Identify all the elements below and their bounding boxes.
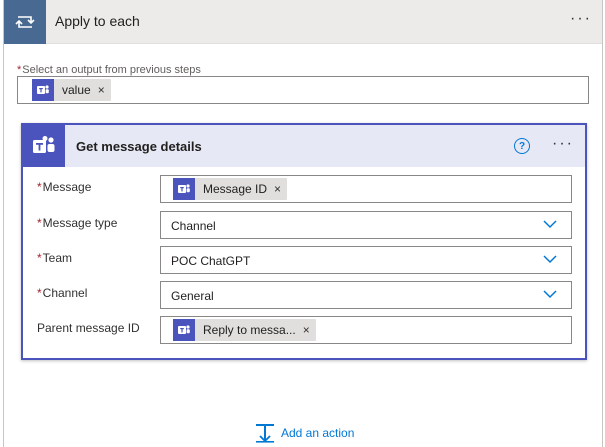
team-label-text: Team [42,251,73,265]
teams-icon [23,125,65,167]
required-marker: * [37,180,42,194]
reply-to-message-token[interactable]: Reply to messa... × [173,319,316,341]
chevron-down-icon[interactable] [543,220,557,229]
required-marker: * [17,64,22,76]
remove-token-icon[interactable]: × [296,323,316,337]
loop-icon [4,0,46,44]
channel-label: *Channel [37,286,87,300]
channel-label-text: Channel [42,286,88,300]
message-type-dropdown[interactable]: Channel [160,211,572,239]
remove-token-icon[interactable]: × [267,182,287,196]
channel-value: General [171,289,214,303]
select-output-label-text: Select an output from previous steps [22,64,201,76]
get-message-details-card: Get message details ? ··· *Message Messa… [21,123,587,360]
message-type-value: Channel [171,219,216,233]
select-output-label: *Select an output from previous steps [17,64,201,76]
select-output-field[interactable]: value × [17,76,589,104]
apply-to-each-header[interactable]: Apply to each ··· [4,0,602,44]
parent-message-id-field[interactable]: Reply to messa... × [160,316,572,344]
message-label-text: Message [42,180,92,194]
add-an-action-button[interactable]: Add an action [255,423,354,443]
teams-icon [173,319,195,341]
required-marker: * [37,251,42,265]
message-type-label-text: Message type [42,216,118,230]
teams-icon [32,79,54,101]
parent-message-id-label: Parent message ID [37,321,140,335]
add-action-icon [256,424,274,443]
apply-to-each-title: Apply to each [55,13,140,29]
add-an-action-label: Add an action [281,426,355,440]
remove-token-icon[interactable]: × [91,83,111,97]
chevron-down-icon[interactable] [543,290,557,299]
more-options-icon[interactable]: ··· [570,10,592,28]
more-options-icon[interactable]: ··· [552,135,574,153]
action-title: Get message details [76,139,202,154]
team-dropdown[interactable]: POC ChatGPT [160,246,572,274]
value-token-label: value [62,83,91,97]
help-icon[interactable]: ? [514,138,530,154]
message-id-token[interactable]: Message ID × [173,178,288,200]
message-field[interactable]: Message ID × [160,175,572,203]
chevron-down-icon[interactable] [543,255,557,264]
reply-token-label: Reply to messa... [203,323,296,337]
required-marker: * [37,286,42,300]
team-value: POC ChatGPT [171,254,251,268]
team-label: *Team [37,251,72,265]
apply-to-each-card: Apply to each ··· *Select an output from… [3,0,603,447]
required-marker: * [37,216,42,230]
message-type-label: *Message type [37,216,117,230]
message-label: *Message [37,180,91,194]
teams-icon [173,178,195,200]
message-id-token-label: Message ID [203,182,268,196]
value-token[interactable]: value × [32,79,111,101]
get-message-details-header[interactable]: Get message details ? ··· [23,125,585,167]
channel-dropdown[interactable]: General [160,281,572,309]
